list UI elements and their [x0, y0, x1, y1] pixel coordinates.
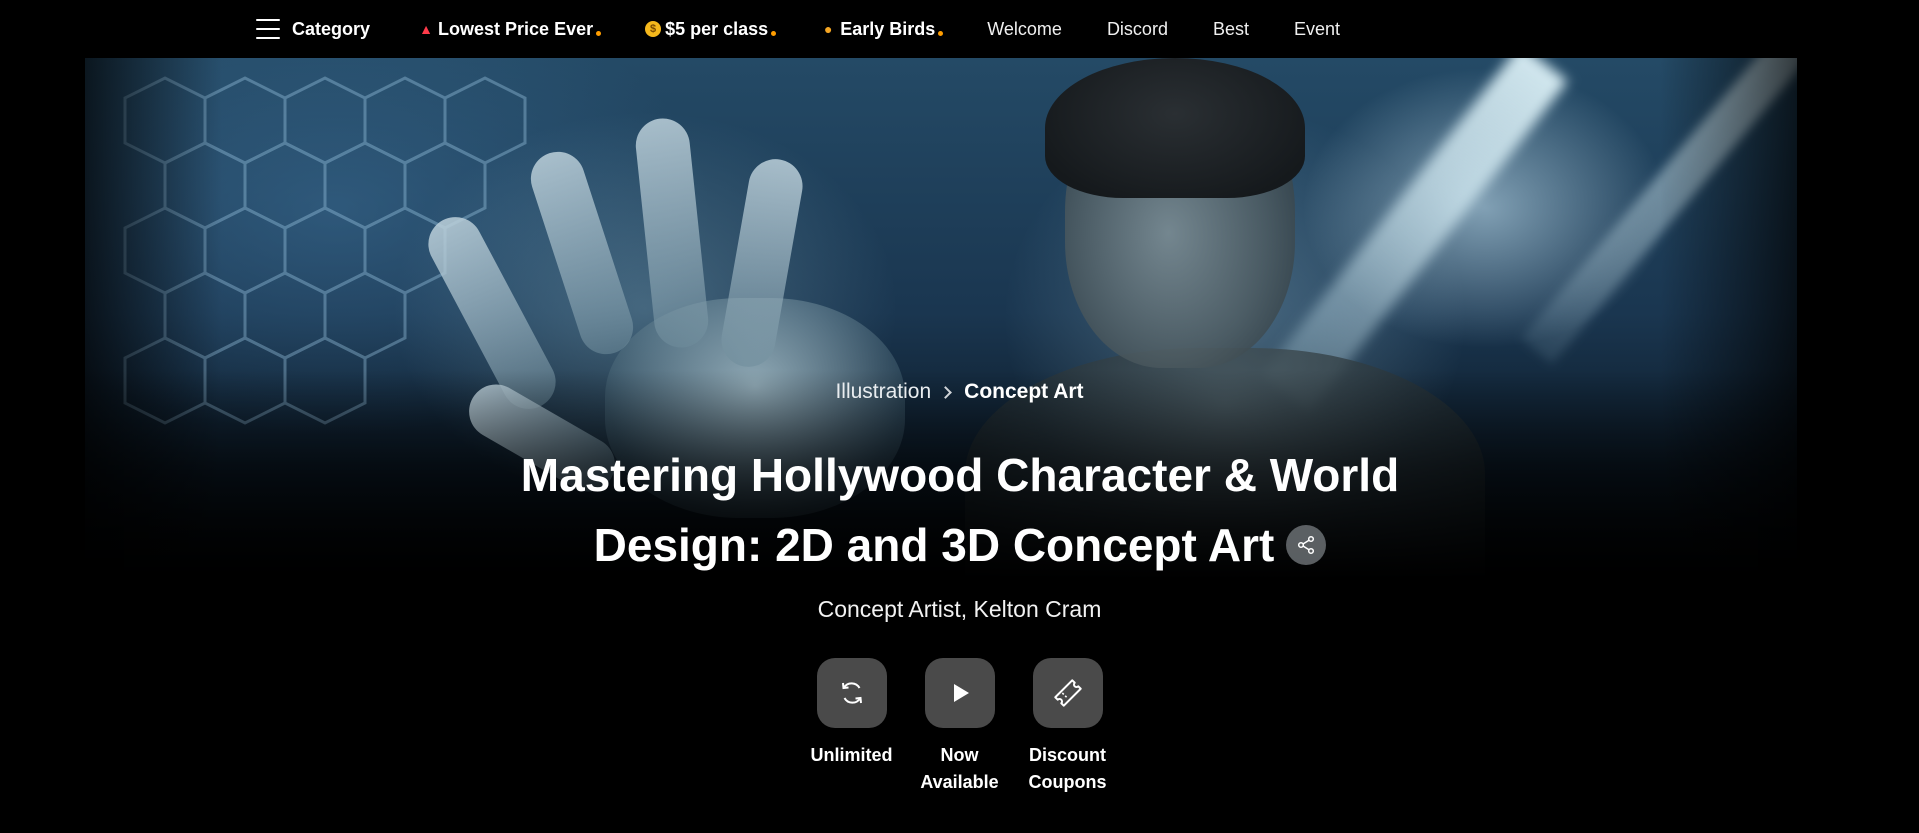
feature-unlimited[interactable]: Unlimited	[811, 658, 893, 796]
nav-link-event[interactable]: Event	[1294, 19, 1340, 40]
feature-label-line1: Now	[940, 745, 979, 765]
share-button[interactable]	[1286, 524, 1327, 565]
nav-inner: Category ▲ Lowest Price Ever $ $5 per cl…	[256, 0, 1385, 58]
new-dot-icon	[596, 30, 602, 36]
new-dot-icon	[938, 30, 944, 36]
breadcrumb-illustration[interactable]: Illustration	[835, 380, 931, 404]
feature-now-available[interactable]: Now Available	[920, 658, 999, 796]
hamburger-menu-icon[interactable]	[256, 19, 280, 39]
feature-label-line2: Available	[920, 772, 999, 792]
feature-icon-box	[1032, 658, 1103, 728]
nav-link-discord[interactable]: Discord	[1107, 19, 1168, 40]
top-nav: Category ▲ Lowest Price Ever $ $5 per cl…	[0, 0, 1919, 58]
chevron-right-icon	[939, 385, 953, 399]
nav-promo-label: Lowest Price Ever	[438, 18, 594, 39]
nav-link-best[interactable]: Best	[1213, 19, 1249, 40]
course-title-line2: Design: 2D and 3D Concept Art	[593, 519, 1275, 571]
feature-label: Discount Coupons	[1029, 742, 1107, 796]
feature-icon-box	[924, 658, 995, 728]
feature-label-line2: Coupons	[1028, 772, 1107, 792]
nav-link-welcome[interactable]: Welcome	[987, 19, 1062, 40]
feature-label-line1: Discount	[1028, 745, 1106, 765]
course-title-line1: Mastering Hollywood Character & World	[520, 449, 1400, 501]
new-dot-icon	[771, 30, 777, 36]
nav-category[interactable]: Category	[292, 19, 370, 40]
ticket-icon	[1053, 679, 1082, 707]
refresh-icon	[841, 682, 862, 704]
feature-label: Now Available	[920, 742, 998, 796]
feature-list: Unlimited Now Available Discount Coupons	[0, 658, 1919, 796]
nav-promo-lowest-price[interactable]: ▲ Lowest Price Ever	[418, 18, 602, 40]
play-icon	[953, 684, 969, 702]
instructor-name: Concept Artist, Kelton Cram	[817, 596, 1102, 622]
siren-icon: ▲	[419, 21, 433, 37]
share-icon	[1298, 535, 1315, 554]
money-face-icon: $	[645, 21, 662, 37]
nav-promo-label: Early Birds	[840, 18, 936, 39]
course-title: Mastering Hollywood Character & World De…	[460, 440, 1460, 580]
feature-label-line1: Unlimited	[810, 745, 893, 765]
nav-promo-early-birds[interactable]: ● Early Birds	[820, 18, 944, 40]
breadcrumb: Illustration Concept Art	[0, 380, 1919, 404]
feature-discount-coupons[interactable]: Discount Coupons	[1029, 658, 1107, 796]
nav-promo-label: $5 per class	[665, 18, 769, 39]
feature-label: Unlimited	[811, 742, 893, 769]
nav-promo-five-dollar[interactable]: $ $5 per class	[645, 18, 777, 40]
breadcrumb-concept-art[interactable]: Concept Art	[964, 380, 1083, 404]
feature-icon-box	[816, 658, 887, 728]
chick-icon: ●	[823, 21, 833, 37]
